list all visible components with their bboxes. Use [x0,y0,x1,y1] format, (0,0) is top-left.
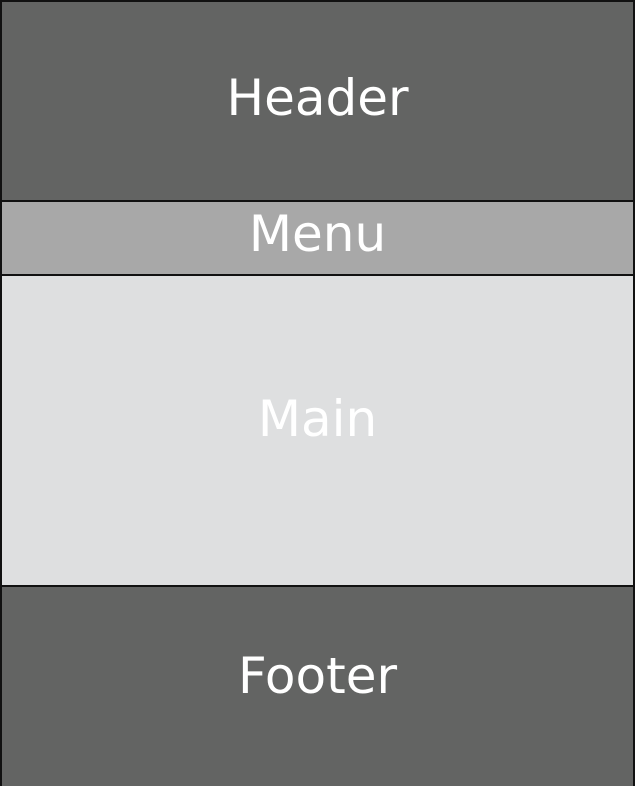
header-block: Header [2,2,633,202]
main-label: Main [257,389,378,448]
footer-block: Footer [2,587,633,786]
main-block: Main [2,276,633,587]
header-label: Header [226,69,409,127]
menu-label: Menu [248,205,387,263]
footer-label: Footer [237,646,398,705]
page-layout-diagram: Header Menu Main Footer [0,0,635,786]
menu-block: Menu [2,202,633,276]
